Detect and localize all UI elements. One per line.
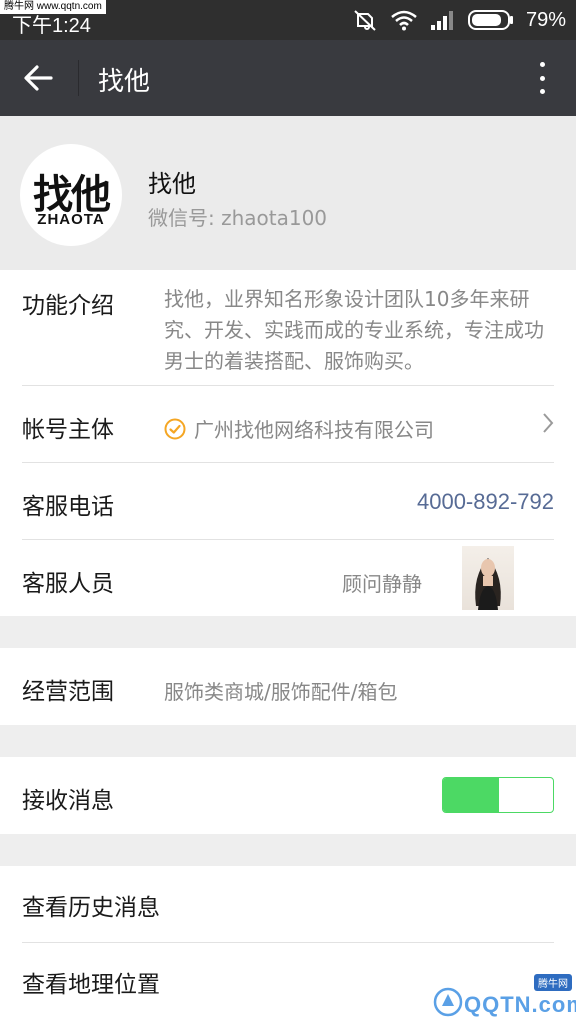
history-label: 查看历史消息: [22, 895, 160, 921]
intro-label: 功能介绍: [22, 293, 114, 319]
phone-label: 客服电话: [22, 494, 114, 520]
agent-photo[interactable]: [462, 546, 514, 610]
receive-row: 接收消息: [22, 757, 554, 834]
wechat-id: 微信号: zhaota100: [148, 206, 328, 230]
site-watermark-bottom: QQTN.com 腾牛网: [432, 970, 576, 1024]
agent-portrait-image: [475, 558, 501, 610]
account-name: 找他: [148, 170, 196, 198]
site-watermark-top: 腾牛网 www.qqtn.com: [0, 0, 106, 14]
logo-text-en: ZHAOTA: [37, 211, 105, 228]
more-dot-icon: [539, 62, 545, 67]
receive-messages-toggle[interactable]: [442, 777, 554, 813]
account-row[interactable]: 帐号主体 广州找他网络科技有限公司: [22, 386, 554, 463]
more-options-button[interactable]: [530, 56, 554, 100]
info-card: 功能介绍 找他，业界知名形象设计团队10多年来研究、开发、实践而成的专业系统，专…: [0, 270, 576, 616]
receive-label: 接收消息: [22, 788, 114, 814]
scope-card: 经营范围 服饰类商城/服饰配件/箱包: [0, 648, 576, 725]
location-label: 查看地理位置: [22, 972, 160, 998]
verified-entity: 广州找他网络科技有限公司: [164, 414, 434, 443]
battery-icon: [467, 10, 513, 30]
phone-number-link[interactable]: 4000-892-792: [417, 489, 554, 515]
back-button[interactable]: [14, 54, 62, 102]
battery-level: 79%: [525, 8, 566, 31]
arrow-left-icon: [24, 65, 53, 91]
avatar[interactable]: 找他 ZHAOTA: [20, 144, 122, 246]
status-icons: 79%: [352, 7, 566, 33]
watermark-text: QQTN.com: [464, 992, 576, 1017]
signal-icon: [430, 11, 453, 30]
title-bar: 找他: [0, 40, 576, 116]
verified-check-icon: [164, 418, 186, 439]
wifi-icon: [391, 10, 417, 31]
phone-row[interactable]: 客服电话 4000-892-792: [22, 463, 554, 540]
receive-card: 接收消息: [0, 757, 576, 834]
profile-header: 找他 ZHAOTA 找他 微信号: zhaota100: [0, 116, 576, 270]
intro-row: 功能介绍 找他，业界知名形象设计团队10多年来研究、开发、实践而成的专业系统，专…: [22, 270, 554, 386]
agent-label: 客服人员: [22, 571, 114, 597]
chevron-right-icon: [543, 413, 554, 433]
intro-text: 找他，业界知名形象设计团队10多年来研究、开发、实践而成的专业系统，专注成功男士…: [164, 287, 544, 373]
more-dot-icon: [539, 89, 545, 94]
status-bar: 下午1:24 腾牛网 www.qqtn.com 79%: [0, 0, 576, 40]
scope-row: 经营范围 服饰类商城/服饰配件/箱包: [22, 648, 554, 725]
watermark-logo-icon: [433, 987, 463, 1017]
scope-value: 服饰类商城/服饰配件/箱包: [164, 680, 398, 704]
agent-name: 顾问静静: [342, 572, 422, 596]
history-row[interactable]: 查看历史消息: [22, 866, 554, 943]
mute-vibrate-icon: [354, 10, 376, 31]
account-entity: 广州找他网络科技有限公司: [194, 418, 434, 442]
more-dot-icon: [539, 75, 545, 81]
page-title: 找他: [98, 67, 151, 97]
account-label: 帐号主体: [22, 417, 114, 443]
watermark-badge: 腾牛网: [534, 974, 572, 991]
toggle-on-indicator: [443, 778, 499, 812]
scope-label: 经营范围: [22, 679, 114, 705]
title-divider: [78, 60, 79, 96]
agent-row[interactable]: 客服人员 顾问静静: [22, 540, 554, 616]
